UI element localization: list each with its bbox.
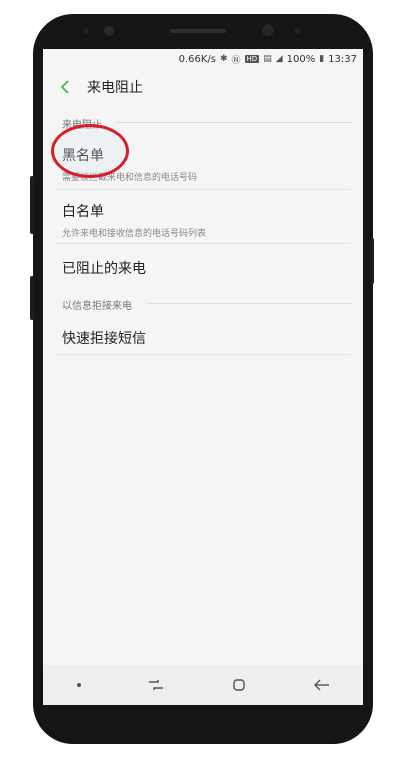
signal-icon: ◢ (275, 54, 283, 64)
clock: 13:37 (328, 53, 357, 65)
divider (55, 243, 351, 244)
list-item-blocked-calls[interactable]: 已阻止的来电 (62, 258, 352, 278)
status-bar: 0.66K/s ✱ Ⓝ HD ▤ ◢ 100% ▮ 13:37 (43, 49, 363, 69)
home-icon[interactable] (231, 677, 247, 693)
earpiece (170, 29, 226, 33)
list-item-quick-reject-messages[interactable]: 快速拒接短信 (62, 328, 352, 348)
navigation-bar (43, 665, 363, 705)
page-title: 来电阻止 (87, 80, 143, 96)
front-camera-icon (104, 26, 114, 36)
network-speed: 0.66K/s (178, 53, 216, 65)
battery-icon: ▮ (319, 54, 325, 64)
back-arrow-icon[interactable] (61, 80, 75, 94)
section-header-reject-with-message: 以信息拒接来电 (62, 301, 132, 312)
screen: 0.66K/s ✱ Ⓝ HD ▤ ◢ 100% ▮ 13:37 来电阻止 来电阻… (43, 49, 363, 705)
power-button (370, 238, 374, 284)
list-item-whitelist[interactable]: 白名单 允许来电和接收信息的电话号码列表 (62, 201, 352, 239)
sensor-icon (83, 28, 89, 34)
data-icon: ▤ (263, 54, 272, 64)
iris-scanner-icon (262, 24, 274, 36)
item-subtitle: 允许来电和接收信息的电话号码列表 (62, 229, 207, 239)
section-divider (115, 122, 351, 123)
hd-badge: HD (244, 55, 260, 63)
annotation-circle (51, 124, 129, 178)
item-title: 快速拒接短信 (62, 331, 146, 347)
item-title: 已阻止的来电 (62, 261, 146, 277)
item-title: 白名单 (62, 204, 104, 220)
volume-button (30, 176, 34, 234)
proximity-sensor-icon (294, 28, 300, 34)
bluetooth-icon: ✱ (219, 54, 228, 64)
nfc-icon: Ⓝ (231, 55, 241, 66)
recent-apps-icon[interactable] (148, 677, 164, 693)
bixby-button (30, 276, 34, 320)
divider (55, 189, 351, 190)
app-bar: 来电阻止 (43, 69, 363, 105)
section-divider (147, 303, 351, 304)
divider (55, 354, 351, 355)
back-icon[interactable] (313, 677, 330, 693)
nav-dot-icon (76, 683, 81, 687)
battery-percent: 100% (286, 53, 316, 65)
